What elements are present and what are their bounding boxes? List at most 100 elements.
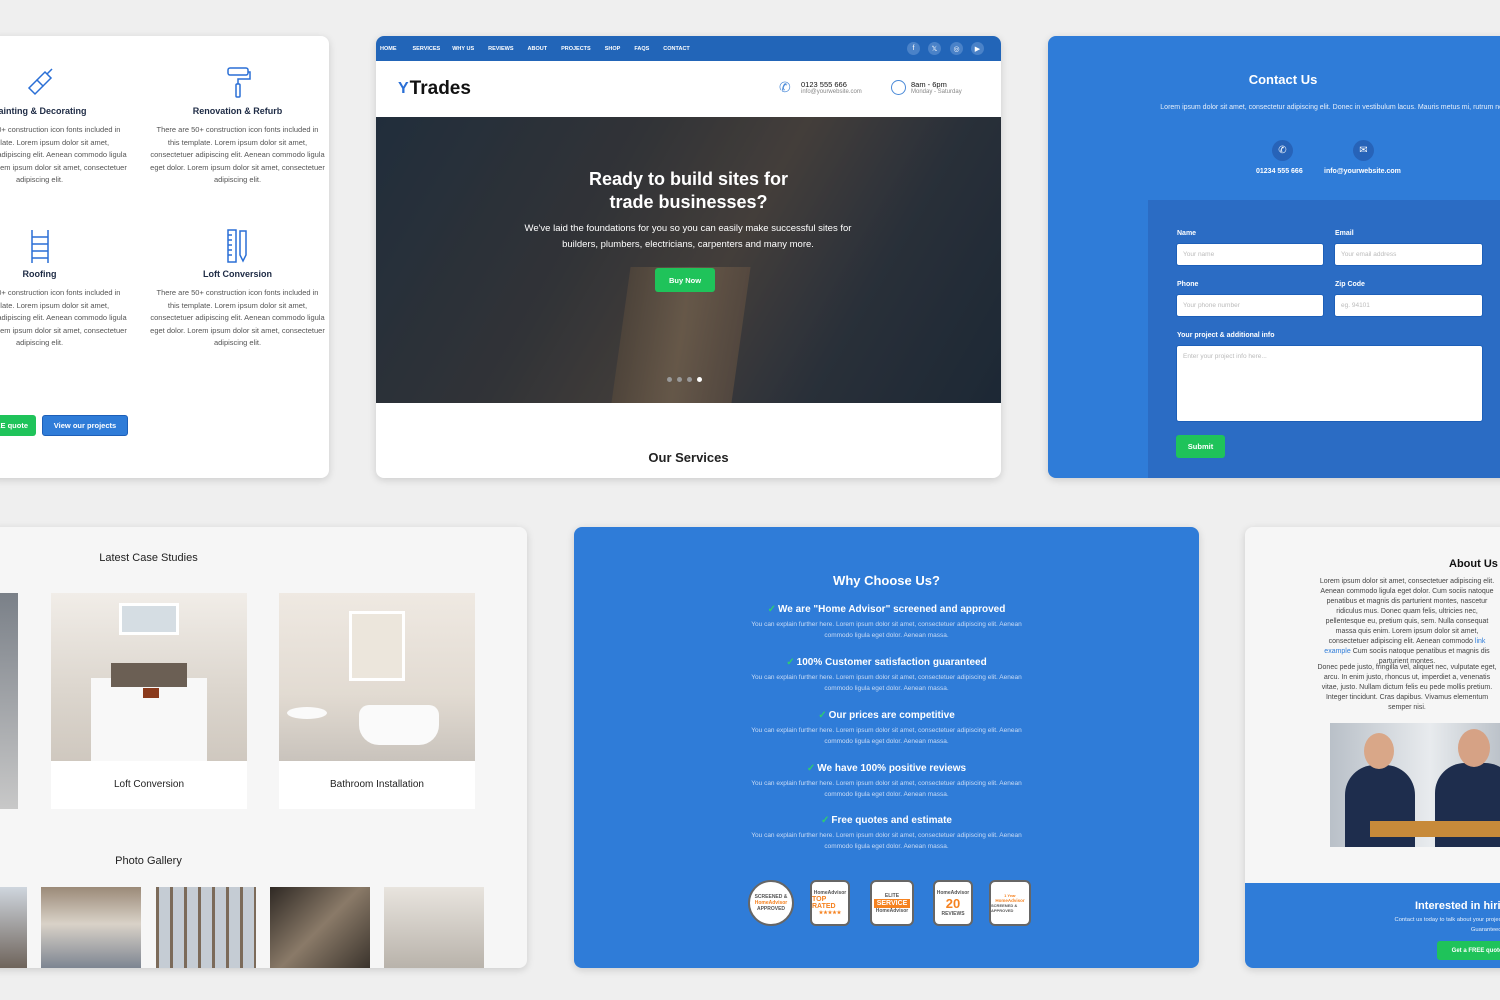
- project-info-textarea[interactable]: Enter your project info here...: [1176, 345, 1483, 422]
- ruler-pencil-icon: [226, 229, 247, 263]
- cta-title: Interested in hiring us?: [1415, 900, 1500, 912]
- name-input[interactable]: Your name: [1176, 243, 1324, 266]
- service-text: There are 50+ construction icon fonts in…: [150, 125, 325, 184]
- nav-shop[interactable]: SHOP: [605, 46, 621, 52]
- cta-text: Contact us today to talk about your proj…: [1394, 917, 1500, 933]
- nav-faqs[interactable]: FAQS: [634, 46, 649, 52]
- why-item-text: You can explain further here. Lorem ipsu…: [751, 674, 1022, 692]
- contact-phone: 01234 555 666: [1256, 168, 1303, 175]
- gallery-image[interactable]: [384, 887, 484, 968]
- submit-button[interactable]: Submit: [1176, 435, 1225, 458]
- contact-text: Lorem ipsum dolor sit amet, consectetur …: [1160, 104, 1500, 111]
- service-renovation: Renovation & Refurb There are 50+ constr…: [150, 66, 325, 187]
- why-item: ✓ 100% Customer satisfaction guaranteed Yo…: [574, 657, 1199, 694]
- instagram-icon[interactable]: ◎: [950, 42, 963, 55]
- 20-reviews-badge: HomeAdvisor 20 REVIEWS: [933, 880, 973, 926]
- paint-roller-icon: [226, 67, 251, 98]
- why-title: Why Choose Us?: [833, 573, 940, 588]
- home-card: HOME SERVICES WHY US REVIEWS ABOUT PROJE…: [376, 36, 1001, 478]
- why-item-title: 100% Customer satisfaction guaranteed: [796, 657, 987, 668]
- about-paragraph-2: Donec pede justo, fringilla vel, aliquet…: [1317, 664, 1497, 711]
- about-card: About Us Lorem ipsum dolor sit amet, con…: [1245, 527, 1500, 968]
- case-study-bathroom[interactable]: Bathroom Installation: [279, 593, 475, 809]
- contact-title: Contact Us: [1248, 72, 1318, 87]
- nav-why-us[interactable]: WHY US: [452, 46, 474, 52]
- loft-image: [51, 593, 247, 761]
- case-study-partial-image: [0, 593, 18, 809]
- nav-services[interactable]: SERVICES: [413, 46, 441, 52]
- about-paragraph-1: Lorem ipsum dolor sit amet, consectetuer…: [1319, 578, 1495, 665]
- case-study-title: Bathroom Installation: [330, 779, 424, 790]
- why-item-title: Free quotes and estimate: [831, 815, 952, 826]
- services-card: Painting & Decorating There are 50+ cons…: [0, 36, 329, 478]
- check-icon: ✓: [786, 657, 795, 668]
- buy-now-button[interactable]: Buy Now: [655, 268, 715, 292]
- email-label: Email: [1335, 230, 1354, 237]
- check-icon: ✓: [806, 763, 816, 774]
- facebook-icon[interactable]: f: [907, 42, 920, 55]
- zip-input[interactable]: eg. 94101: [1334, 294, 1483, 317]
- nav-contact[interactable]: CONTACT: [663, 46, 689, 52]
- slide-dot[interactable]: [687, 377, 692, 382]
- name-label: Name: [1177, 230, 1197, 237]
- service-title: Painting & Decorating: [0, 106, 87, 116]
- slide-dot[interactable]: [677, 377, 682, 382]
- info-label: Your project & additional info: [1177, 332, 1275, 339]
- hero-text: We've laid the foundations for you so yo…: [524, 223, 852, 250]
- nav-home[interactable]: HOME: [380, 46, 397, 52]
- slide-dot-active[interactable]: [697, 377, 702, 382]
- case-study-title: Loft Conversion: [113, 779, 185, 790]
- x-icon[interactable]: 𝕏: [928, 42, 941, 55]
- case-study-loft[interactable]: Loft Conversion: [51, 593, 247, 809]
- why-item: ✓ Free quotes and estimate You can explain…: [574, 815, 1199, 852]
- slider-dots: [667, 377, 702, 382]
- nav-projects[interactable]: PROJECTS: [561, 46, 591, 52]
- why-item-title: We have 100% positive reviews: [817, 763, 967, 774]
- email-input[interactable]: Your email address: [1334, 243, 1483, 266]
- screened-approved-badge: SCREENED & HomeAdvisor APPROVED: [748, 880, 794, 926]
- cta-quote-button[interactable]: Get a FREE quote: [1437, 941, 1500, 960]
- service-title: Loft Conversion: [203, 269, 272, 279]
- clock-icon: [891, 80, 906, 95]
- why-item-text: You can explain further here. Lorem ipsu…: [751, 727, 1022, 745]
- hire-cta: Interested in hiring us? Contact us toda…: [1245, 883, 1500, 968]
- gallery-image[interactable]: [156, 887, 256, 968]
- gallery-image[interactable]: [270, 887, 370, 968]
- why-item: ✓ We are "Home Advisor" screened and appr…: [574, 604, 1199, 641]
- paintbrush-icon: [27, 68, 53, 96]
- nav-reviews[interactable]: REVIEWS: [488, 46, 513, 52]
- free-quote-button[interactable]: Get a FREE quote: [0, 415, 36, 436]
- service-text: There are 50+ construction icon fonts in…: [150, 288, 325, 347]
- phone-input[interactable]: Your phone number: [1176, 294, 1324, 317]
- contact-form: Name Your name Email Your email address …: [1148, 200, 1500, 478]
- logo[interactable]: Y Trades: [398, 78, 471, 100]
- youtube-icon[interactable]: ▶: [971, 42, 984, 55]
- why-item: ✓ Our prices are competitive You can expla…: [574, 710, 1199, 747]
- check-icon: ✓: [818, 710, 827, 721]
- phone-circle-icon: ✆: [1272, 140, 1293, 161]
- service-roofing: Roofing There are 50+ construction icon …: [0, 229, 127, 350]
- header-hours: 8am - 6pm Monday - Saturday: [911, 80, 962, 95]
- service-painting: Painting & Decorating There are 50+ cons…: [0, 66, 127, 187]
- why-item-title: Our prices are competitive: [828, 710, 955, 721]
- why-item-text: You can explain further here. Lorem ipsu…: [751, 832, 1022, 850]
- top-rated-badge: HomeAdvisor TOP RATED ★★★★★: [810, 880, 850, 926]
- slide-dot[interactable]: [667, 377, 672, 382]
- gallery-image[interactable]: [41, 887, 141, 968]
- contact-email[interactable]: info@yourwebsite.com: [1324, 168, 1401, 175]
- view-projects-button[interactable]: View our projects: [42, 415, 128, 436]
- phone-number: 0123 555 666: [801, 80, 847, 89]
- our-services-heading: Our Services: [648, 450, 729, 465]
- logo-text: Trades: [409, 78, 471, 99]
- photo-gallery-title: Photo Gallery: [115, 855, 182, 867]
- phone-icon: ✆: [779, 79, 791, 95]
- nav-about[interactable]: ABOUT: [528, 46, 548, 52]
- tradesmen-image: [1330, 723, 1500, 847]
- about-title: About Us: [1449, 558, 1498, 570]
- mail-circle-icon: ✉: [1353, 140, 1374, 161]
- why-item-text: You can explain further here. Lorem ipsu…: [751, 780, 1022, 798]
- gallery-image[interactable]: [0, 887, 27, 968]
- email-address[interactable]: info@yourwebsite.com: [801, 89, 862, 95]
- header-phone: 0123 555 666 info@yourwebsite.com: [801, 80, 862, 95]
- service-text: There are 50+ construction icon fonts in…: [0, 125, 127, 184]
